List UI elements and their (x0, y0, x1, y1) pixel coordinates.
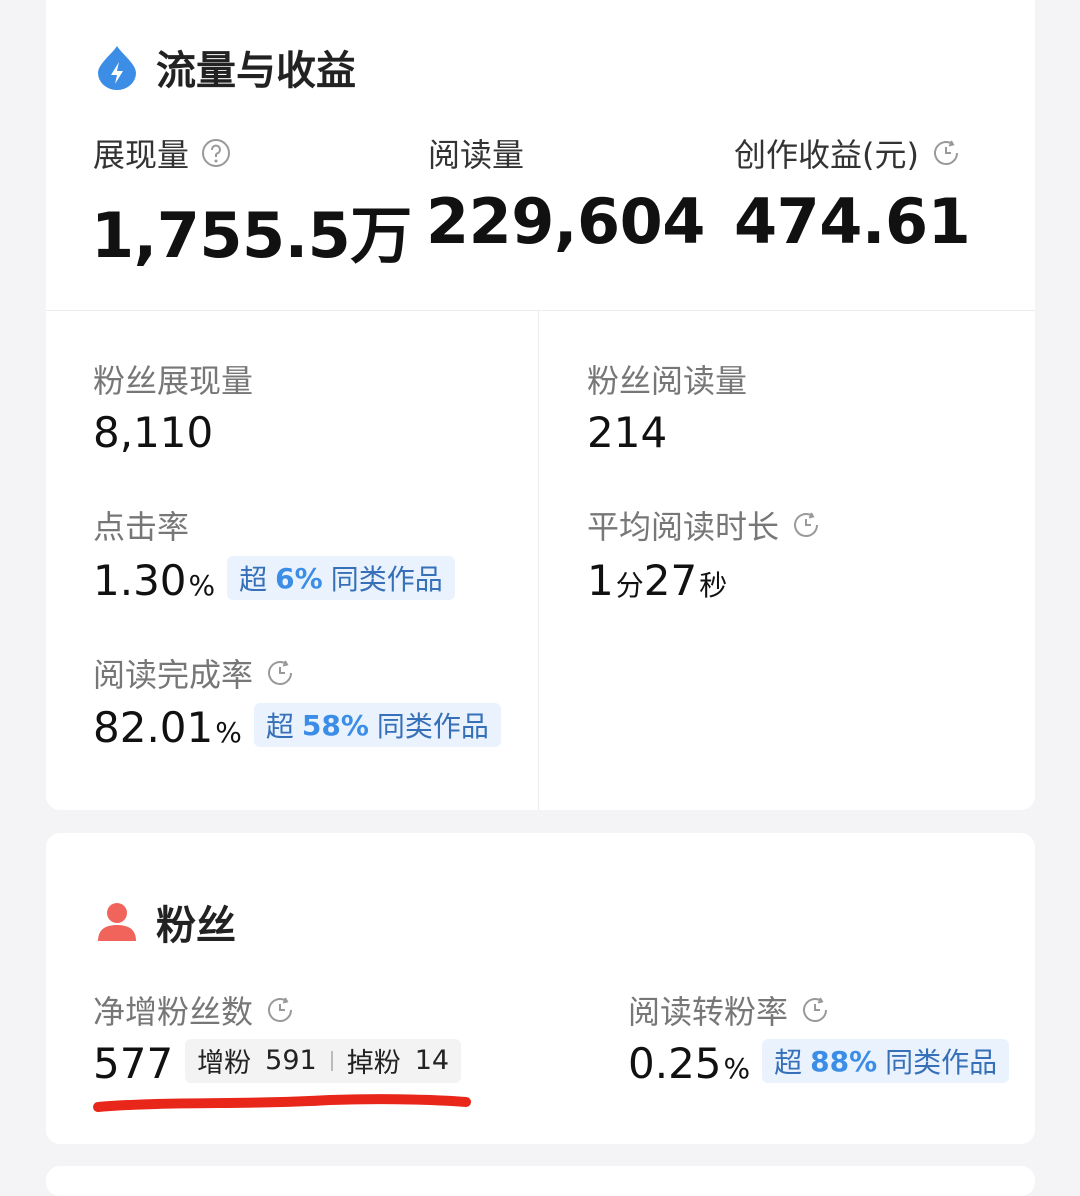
clock-history-icon[interactable] (265, 658, 295, 688)
question-circle-icon[interactable] (201, 138, 231, 168)
conversion-label: 阅读转粉率 (628, 987, 830, 1033)
traffic-section-header: 流量与收益 (96, 38, 356, 96)
divider (538, 311, 539, 810)
clock-history-icon[interactable] (931, 138, 961, 168)
clock-history-icon[interactable] (800, 995, 830, 1025)
reads-label: 阅读量 (428, 136, 525, 174)
ctr-comparison-badge: 超 6% 同类作品 (227, 556, 455, 600)
divider (46, 310, 1035, 311)
conversion-comparison-badge: 超 88% 同类作品 (762, 1039, 1010, 1083)
section-title: 粉丝 (156, 903, 236, 949)
next-card (46, 1166, 1035, 1196)
fan-reads-value: 214 (587, 408, 668, 457)
reads-value: 229,604 (426, 185, 705, 258)
red-underline-annotation (93, 1094, 471, 1112)
lightning-drop-icon (96, 44, 138, 90)
clock-history-icon[interactable] (265, 995, 295, 1025)
completion-comparison-badge: 超 58% 同类作品 (253, 703, 501, 747)
divider (330, 1050, 333, 1071)
impressions-label: 展现量 (93, 130, 231, 176)
fan-impressions-label: 粉丝展现量 (93, 362, 254, 400)
clock-history-icon[interactable] (791, 510, 821, 540)
fan-impressions-value: 8,110 (93, 408, 214, 457)
impressions-value: 1,755.5万 (91, 199, 412, 272)
fan-change-badge: 增粉 591 掉粉 14 (185, 1038, 462, 1083)
avg-read-time-value: 1 分 27 秒 (587, 556, 728, 605)
conversion-value: 0.25% 超 88% 同类作品 (628, 1039, 1010, 1089)
ctr-value: 1.30% 超 6% 同类作品 (93, 556, 455, 606)
fan-reads-label: 粉丝阅读量 (587, 362, 748, 400)
user-icon (96, 901, 138, 943)
section-title: 流量与收益 (156, 48, 356, 94)
earnings-value: 474.61 (734, 185, 971, 258)
completion-value: 82.01% 超 58% 同类作品 (93, 703, 501, 753)
traffic-earnings-card: 流量与收益 展现量 1,755.5万 阅读量 229,604 创作收益(元) 4… (46, 0, 1035, 810)
earnings-label: 创作收益(元) (734, 130, 961, 176)
net-growth-value: 577 增粉 591 掉粉 14 (93, 1038, 462, 1089)
ctr-label: 点击率 (93, 508, 190, 546)
net-growth-label: 净增粉丝数 (93, 987, 295, 1033)
avg-read-time-label: 平均阅读时长 (587, 502, 821, 548)
fans-section-header: 粉丝 (96, 893, 236, 951)
completion-label: 阅读完成率 (93, 650, 295, 696)
